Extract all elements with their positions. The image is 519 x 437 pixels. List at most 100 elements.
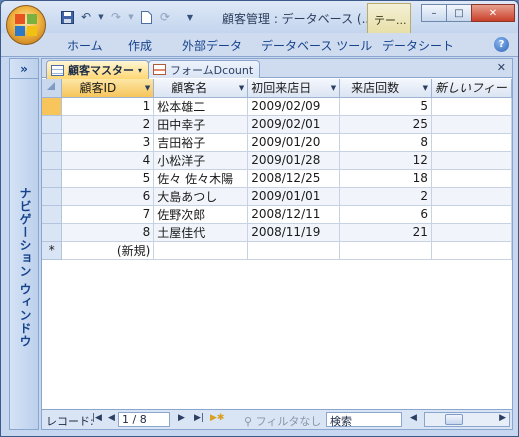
cell-first-visit[interactable]: 2008/12/11 [247, 205, 341, 224]
cell-visit-count[interactable]: 21 [339, 223, 432, 242]
new-row-cell[interactable] [431, 241, 512, 260]
cell-first-visit[interactable]: 2009/01/01 [247, 187, 341, 206]
cell-visit-count[interactable]: 18 [339, 169, 432, 188]
row-selector[interactable] [42, 223, 63, 242]
cell-visit-count[interactable]: 25 [339, 115, 432, 134]
cell-visit-count[interactable]: 8 [339, 133, 432, 152]
cell-new-field[interactable] [431, 97, 512, 116]
cell-customer-name[interactable]: 田中幸子 [153, 115, 249, 134]
nav-pane-toggle-button[interactable]: » [10, 59, 38, 79]
cell-customer-name[interactable]: 小松洋子 [153, 151, 249, 170]
tab-create[interactable]: 作成 [128, 37, 152, 54]
cell-new-field[interactable] [431, 169, 512, 188]
cell-new-field[interactable] [431, 115, 512, 134]
cell-customer-id[interactable]: 2 [61, 115, 155, 134]
tab-datasheet[interactable]: データシート [382, 37, 454, 54]
cell-customer-id[interactable]: 6 [61, 187, 155, 206]
cell-first-visit[interactable]: 2009/02/01 [247, 115, 341, 134]
cell-customer-id[interactable]: 7 [61, 205, 155, 224]
table-row[interactable]: 8 土屋佳代 2008/11/19 21 [42, 223, 512, 242]
select-all-cell[interactable] [42, 79, 63, 98]
column-dropdown-icon[interactable]: ▼ [423, 84, 428, 92]
tab-external-data[interactable]: 外部データ [182, 37, 242, 54]
close-button[interactable]: ✕ [471, 4, 515, 22]
new-icon[interactable] [138, 9, 154, 25]
column-header-customer-name[interactable]: 顧客名 ▼ [153, 79, 249, 98]
cell-new-field[interactable] [431, 205, 512, 224]
refresh-icon[interactable]: ⟳ [157, 9, 173, 25]
cell-customer-id[interactable]: 4 [61, 151, 155, 170]
cell-customer-name[interactable]: 松本雄二 [153, 97, 249, 116]
customize-icon[interactable]: ▼ [182, 9, 198, 25]
first-record-icon[interactable]: |◀ [92, 413, 102, 423]
cell-visit-count[interactable]: 2 [339, 187, 432, 206]
cell-new-field[interactable] [431, 223, 512, 242]
table-row[interactable]: 7 佐野次郎 2008/12/11 6 [42, 205, 512, 224]
row-selector[interactable] [42, 205, 63, 224]
navigation-pane-label[interactable]: ナビゲーション ウィンドウ [14, 187, 34, 348]
table-row[interactable]: 6 大島あつし 2009/01/01 2 [42, 187, 512, 206]
maximize-button[interactable]: □ [446, 4, 472, 22]
new-row-label[interactable]: (新規) [61, 241, 155, 260]
redo-dropdown-icon[interactable]: ▼ [127, 9, 135, 25]
row-selector[interactable] [42, 97, 63, 116]
scroll-right-icon[interactable]: ▶ [499, 413, 506, 423]
undo-dropdown-icon[interactable]: ▼ [97, 9, 105, 25]
new-row-cell[interactable] [339, 241, 432, 260]
cell-customer-name[interactable]: 大島あつし [153, 187, 249, 206]
column-header-customer-id[interactable]: 顧客ID ▼ [61, 79, 155, 98]
column-header-first-visit[interactable]: 初回来店日 ▼ [247, 79, 341, 98]
cell-customer-name[interactable]: 吉田裕子 [153, 133, 249, 152]
row-selector[interactable] [42, 151, 63, 170]
search-input[interactable]: 検索 [326, 412, 402, 428]
save-icon[interactable] [59, 9, 75, 25]
new-row-cell[interactable] [153, 241, 249, 260]
cell-first-visit[interactable]: 2009/02/09 [247, 97, 341, 116]
table-row[interactable]: 4 小松洋子 2009/01/28 12 [42, 151, 512, 170]
column-header-visit-count[interactable]: 来店回数 ▼ [339, 79, 432, 98]
cell-first-visit[interactable]: 2008/12/25 [247, 169, 341, 188]
cell-first-visit[interactable]: 2009/01/20 [247, 133, 341, 152]
table-row[interactable]: 2 田中幸子 2009/02/01 25 [42, 115, 512, 134]
close-document-icon[interactable]: ✕ [497, 61, 506, 74]
cell-new-field[interactable] [431, 151, 512, 170]
tab-close-icon[interactable]: ▾ [138, 66, 142, 75]
tab-home[interactable]: ホーム [67, 37, 103, 54]
table-row[interactable]: 5 佐々 佐々木陽 2008/12/25 18 [42, 169, 512, 188]
cell-first-visit[interactable]: 2009/01/28 [247, 151, 341, 170]
cell-new-field[interactable] [431, 187, 512, 206]
office-button[interactable] [6, 5, 46, 45]
cell-first-visit[interactable]: 2008/11/19 [247, 223, 341, 242]
new-row-cell[interactable] [247, 241, 341, 260]
cell-customer-id[interactable]: 3 [61, 133, 155, 152]
column-header-new-field[interactable]: 新しいフィー [431, 79, 512, 98]
scroll-left-icon[interactable]: ◀ [410, 413, 417, 423]
redo-icon[interactable]: ↷ [108, 9, 124, 25]
cell-customer-name[interactable]: 佐々 佐々木陽 [153, 169, 249, 188]
cell-customer-name[interactable]: 土屋佳代 [153, 223, 249, 242]
new-record-icon[interactable]: ▶✱ [210, 413, 224, 423]
row-selector[interactable] [42, 115, 63, 134]
tab-form-dcount[interactable]: フォームDcount [148, 60, 261, 78]
scrollbar-thumb[interactable] [445, 414, 463, 425]
undo-icon[interactable]: ↶ [78, 9, 94, 25]
row-selector[interactable] [42, 187, 63, 206]
column-dropdown-icon[interactable]: ▼ [239, 84, 244, 92]
minimize-button[interactable]: – [421, 4, 447, 22]
cell-visit-count[interactable]: 12 [339, 151, 432, 170]
previous-record-icon[interactable]: ◀ [108, 413, 115, 423]
cell-customer-id[interactable]: 8 [61, 223, 155, 242]
column-dropdown-icon[interactable]: ▼ [145, 84, 150, 92]
last-record-icon[interactable]: ▶| [194, 413, 204, 423]
column-dropdown-icon[interactable]: ▼ [331, 84, 336, 92]
next-record-icon[interactable]: ▶ [178, 413, 185, 423]
table-row[interactable]: 1 松本雄二 2009/02/09 5 [42, 97, 512, 116]
cell-new-field[interactable] [431, 133, 512, 152]
cell-customer-id[interactable]: 1 [61, 97, 155, 116]
current-record-field[interactable]: 1 / 8 [118, 412, 170, 427]
row-selector[interactable] [42, 133, 63, 152]
tab-database-tools[interactable]: データベース ツール [261, 37, 372, 54]
cell-customer-id[interactable]: 5 [61, 169, 155, 188]
help-icon[interactable]: ? [494, 37, 509, 52]
table-row[interactable]: 3 吉田裕子 2009/01/20 8 [42, 133, 512, 152]
